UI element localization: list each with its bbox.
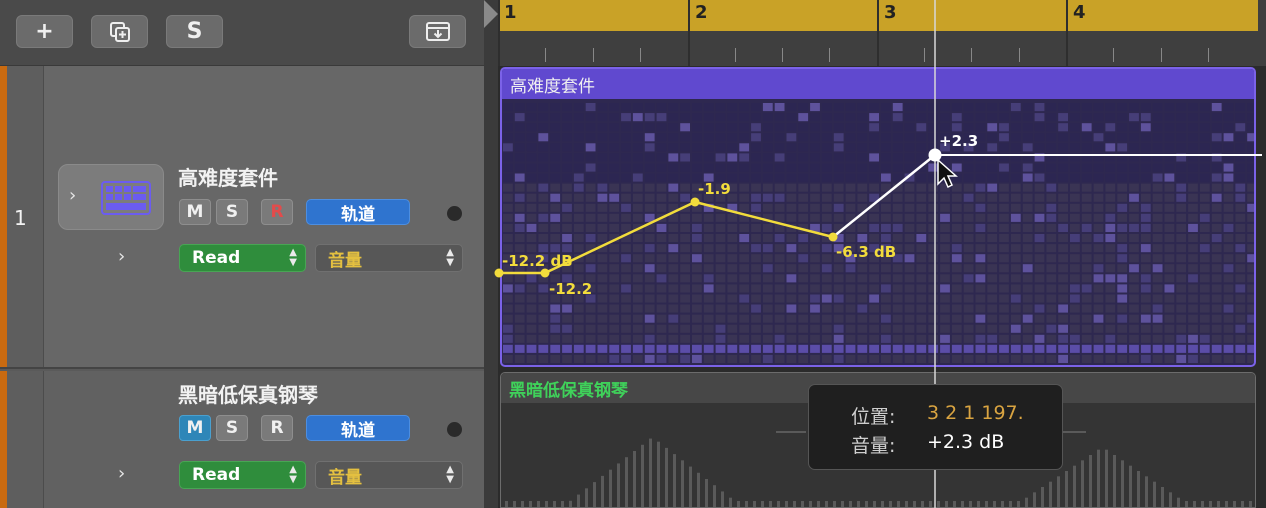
- automation-point[interactable]: [828, 232, 838, 242]
- automation-point-selected[interactable]: [928, 148, 942, 162]
- automation-point[interactable]: [690, 197, 700, 207]
- mouse-pointer-icon: [937, 158, 958, 189]
- automation-point-label: -1.9: [698, 180, 731, 198]
- tooltip-volume-label: 音量:: [851, 435, 896, 457]
- automation-point-label: -12.2: [549, 280, 592, 298]
- automation-overlay: -12.2 dB -12.2 -1.9 -6.3 dB +2.3: [494, 0, 1262, 508]
- automation-point-label: -6.3 dB: [836, 243, 896, 261]
- tooltip-position-value: 3 2 1 197.: [927, 402, 1024, 424]
- automation-point-label: +2.3: [939, 132, 978, 150]
- automation-line-selected: [832, 154, 936, 238]
- tooltip-position-label: 位置:: [851, 406, 896, 428]
- automation-tooltip: 位置: 3 2 1 197. 音量: +2.3 dB: [808, 384, 1063, 470]
- automation-point-label: -12.2 dB: [502, 252, 573, 270]
- tooltip-volume-value: +2.3 dB: [927, 431, 1005, 453]
